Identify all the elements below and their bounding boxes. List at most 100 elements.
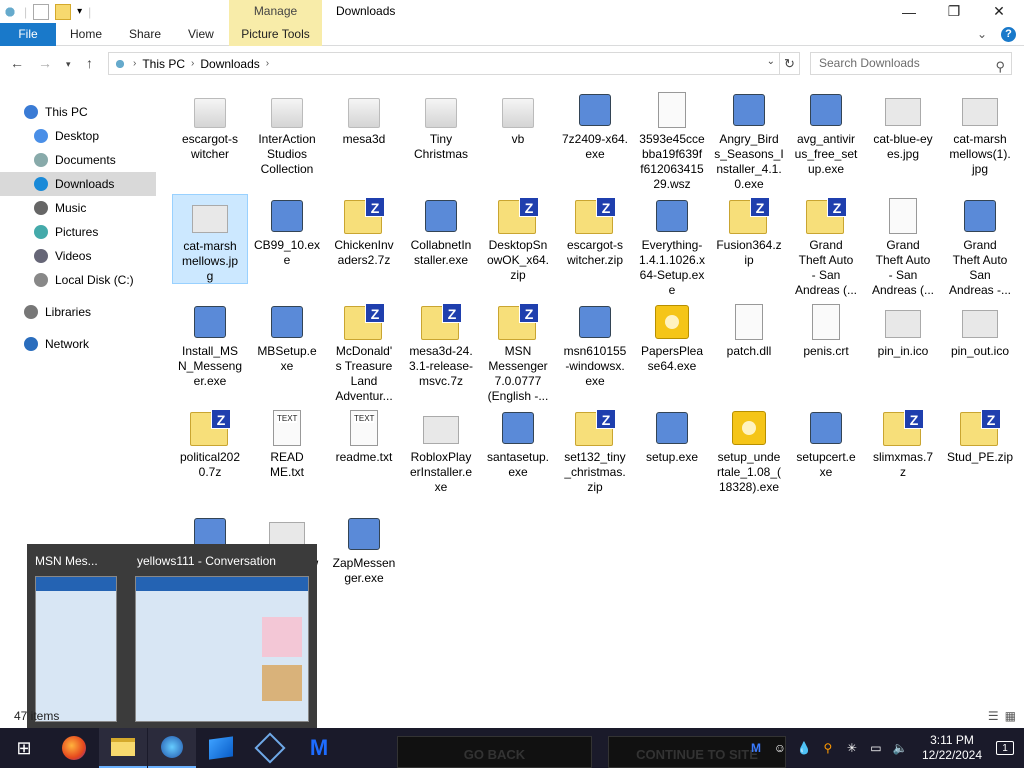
file-political2020[interactable]: Zpolitical202 0.7z — [172, 406, 248, 502]
file-penis-crt[interactable]: penis.crt — [788, 300, 864, 396]
refresh-icon[interactable]: ↻ — [780, 52, 800, 75]
sidebar-item-downloads[interactable]: Downloads — [0, 172, 156, 196]
file-mesa3d-release[interactable]: Zmesa3d-24. 3.1-release- msvc.7z — [403, 300, 479, 396]
file-mcdonalds[interactable]: Z McDonald' s Treasure Land Adventur... — [326, 300, 402, 403]
conversation-window-preview[interactable] — [135, 576, 309, 722]
msn-window-preview[interactable] — [35, 576, 117, 722]
file-roblox[interactable]: RobloxPlay erInstaller.e xe — [403, 406, 479, 502]
file-desktopsnow[interactable]: Z DesktopSn owOK_x64. zip — [480, 194, 556, 290]
thumb-title-conversation[interactable]: yellows111 - Conversation — [137, 554, 276, 568]
file-cat-marshmellows-1[interactable]: cat-marsh mellows(1). jpg — [942, 88, 1018, 184]
sidebar-item-music[interactable]: Music — [0, 196, 156, 220]
address-bar[interactable]: › This PC › Downloads › ⌄ — [108, 52, 780, 75]
explorer-icon[interactable] — [2, 3, 18, 20]
search-input[interactable]: Search Downloads ⚲ — [810, 52, 1012, 75]
taskbar-thumbnail-popup[interactable]: MSN Mes... yellows111 - Conversation — [27, 544, 317, 729]
file-setup-exe[interactable]: setup.exe — [634, 406, 710, 502]
drop-tray-icon[interactable]: 💧 — [795, 739, 813, 757]
taskbar-file-explorer[interactable] — [99, 728, 147, 768]
taskbar-firefox[interactable] — [50, 728, 98, 768]
sidebar-item-desktop[interactable]: Desktop — [0, 124, 156, 148]
customize-qat-icon[interactable]: ▾ — [77, 6, 82, 17]
taskbar-app-windows[interactable] — [197, 728, 245, 768]
file-collabnet[interactable]: CollabnetIn staller.exe — [403, 194, 479, 290]
file-wsz-file[interactable]: 3593e45cce bba19f639f f612063415 29.wsz — [634, 88, 710, 191]
sidebar-item-documents[interactable]: Documents — [0, 148, 156, 172]
network-tray-icon[interactable]: ▭ — [867, 739, 885, 757]
notification-center-button[interactable]: 1 — [992, 735, 1018, 761]
file-patch-dll[interactable]: patch.dll — [711, 300, 787, 396]
taskbar-msn-messenger[interactable] — [148, 728, 196, 768]
file-tab[interactable]: File — [0, 23, 56, 46]
sidebar-item-local-disk-c[interactable]: Local Disk (C:) — [0, 268, 156, 292]
messenger-tray-icon[interactable]: ☺ — [771, 739, 789, 757]
large-icons-view-icon[interactable]: ▦ — [1005, 709, 1016, 723]
file-cat-marshmellows[interactable]: cat-marsh mellows.jp g — [172, 194, 248, 284]
sidebar-item-network[interactable]: Network — [0, 332, 156, 356]
tab-view[interactable]: View — [188, 23, 214, 46]
up-arrow-icon[interactable]: ↑ — [86, 55, 93, 71]
file-slimxmas[interactable]: Zslimxmas.7 z — [865, 406, 941, 502]
file-stud-pe[interactable]: Z Stud_PE.zip — [942, 406, 1018, 502]
file-install-msn[interactable]: Install_MS N_Messeng er.exe — [172, 300, 248, 396]
new-folder-icon[interactable] — [55, 3, 72, 20]
sidebar-item-pictures[interactable]: Pictures — [0, 220, 156, 244]
details-view-icon[interactable]: ☰ — [988, 709, 999, 723]
taskbar-malwarebytes[interactable]: M — [295, 728, 343, 768]
file-vb[interactable]: vb — [480, 88, 556, 184]
back-arrow-icon[interactable]: ← — [10, 55, 24, 71]
breadcrumb-this-pc[interactable]: This PC — [142, 57, 185, 71]
file-msn610155[interactable]: msn610155 -windowsx. exe — [557, 300, 633, 396]
file-setup-undertale[interactable]: setup_unde rtale_1.08_( 18328).exe — [711, 406, 787, 502]
expand-ribbon-icon[interactable]: ⌄ — [977, 27, 987, 42]
file-mbsetup[interactable]: MBSetup.e xe — [249, 300, 325, 396]
file-set132[interactable]: Zset132_tiny _christmas. zip — [557, 406, 633, 502]
manage-tab[interactable]: Manage — [229, 0, 322, 23]
address-dropdown-icon[interactable]: ⌄ — [767, 56, 775, 67]
tab-home[interactable]: Home — [70, 23, 102, 46]
clock[interactable]: 3:11 PM 12/22/2024 — [922, 733, 982, 763]
file-santasetup[interactable]: santasetup. exe — [480, 406, 556, 502]
maximize-button[interactable]: ❐ — [931, 0, 977, 23]
file-papersplease[interactable]: PapersPlea se64.exe — [634, 300, 710, 396]
search-tray-icon[interactable]: ⚲ — [819, 739, 837, 757]
file-escargot-switcher[interactable]: escargot-s witcher — [172, 88, 248, 184]
minimize-button[interactable]: — — [886, 0, 932, 23]
malwarebytes-tray-icon[interactable]: M — [747, 739, 765, 757]
close-button[interactable]: ✕ — [976, 0, 1022, 23]
file-readme-lower[interactable]: TEXT readme.txt — [326, 406, 402, 502]
help-icon[interactable]: ? — [1001, 27, 1016, 42]
sidebar-item-videos[interactable]: Videos — [0, 244, 156, 268]
breadcrumb-downloads[interactable]: Downloads — [200, 57, 259, 71]
file-interaction-studios-collection[interactable]: InterAction Studios Collection — [249, 88, 325, 184]
brightness-tray-icon[interactable]: ✳ — [843, 739, 861, 757]
file-mesa3d[interactable]: mesa3d — [326, 88, 402, 184]
file-msn-messenger-zip[interactable]: Z MSN Messenger 7.0.0777 (English -... — [480, 300, 556, 403]
file-gta-sa-2[interactable]: Grand Theft Auto - San Andreas (... — [865, 194, 941, 297]
file-pin-in[interactable]: pin_in.ico — [865, 300, 941, 396]
sidebar-item-libraries[interactable]: Libraries — [0, 300, 156, 324]
file-readme-upper[interactable]: TEXT READ ME.txt — [249, 406, 325, 502]
forward-arrow-icon[interactable]: → — [38, 55, 52, 71]
file-7z2409[interactable]: 7z2409-x64. exe — [557, 88, 633, 184]
file-zapmessenger[interactable]: ZapMessen ger.exe — [326, 512, 402, 608]
tab-picture-tools[interactable]: Picture Tools — [229, 23, 322, 46]
properties-icon[interactable] — [33, 3, 50, 20]
file-avg-antivirus[interactable]: avg_antivir us_free_set up.exe — [788, 88, 864, 184]
recent-locations-icon[interactable]: ▾ — [66, 59, 71, 70]
file-pin-out[interactable]: pin_out.ico — [942, 300, 1018, 396]
volume-tray-icon[interactable]: 🔈 — [891, 739, 909, 757]
file-escargot-switcher-zip[interactable]: Zescargot-s witcher.zip — [557, 194, 633, 290]
file-setupcert[interactable]: setupcert.e xe — [788, 406, 864, 502]
thumb-title-msn[interactable]: MSN Mes... — [35, 554, 98, 568]
file-chickeninvaders[interactable]: Z ChickenInv aders2.7z — [326, 194, 402, 290]
tab-share[interactable]: Share — [129, 23, 161, 46]
file-gta-sa-3[interactable]: Grand Theft Auto San Andreas -... — [942, 194, 1018, 297]
file-cb99[interactable]: CB99_10.ex e — [249, 194, 325, 290]
taskbar-app-network[interactable] — [246, 728, 294, 768]
start-button[interactable]: ⊞ — [0, 728, 48, 768]
sidebar-item-this-pc[interactable]: This PC — [0, 100, 156, 124]
file-everything[interactable]: Everything- 1.4.1.1026.x 64-Setup.ex e — [634, 194, 710, 297]
file-angry-birds[interactable]: Angry_Bird s_Seasons_I nstaller_4.1. 0.e… — [711, 88, 787, 191]
file-tiny-christmas[interactable]: Tiny Christmas — [403, 88, 479, 184]
